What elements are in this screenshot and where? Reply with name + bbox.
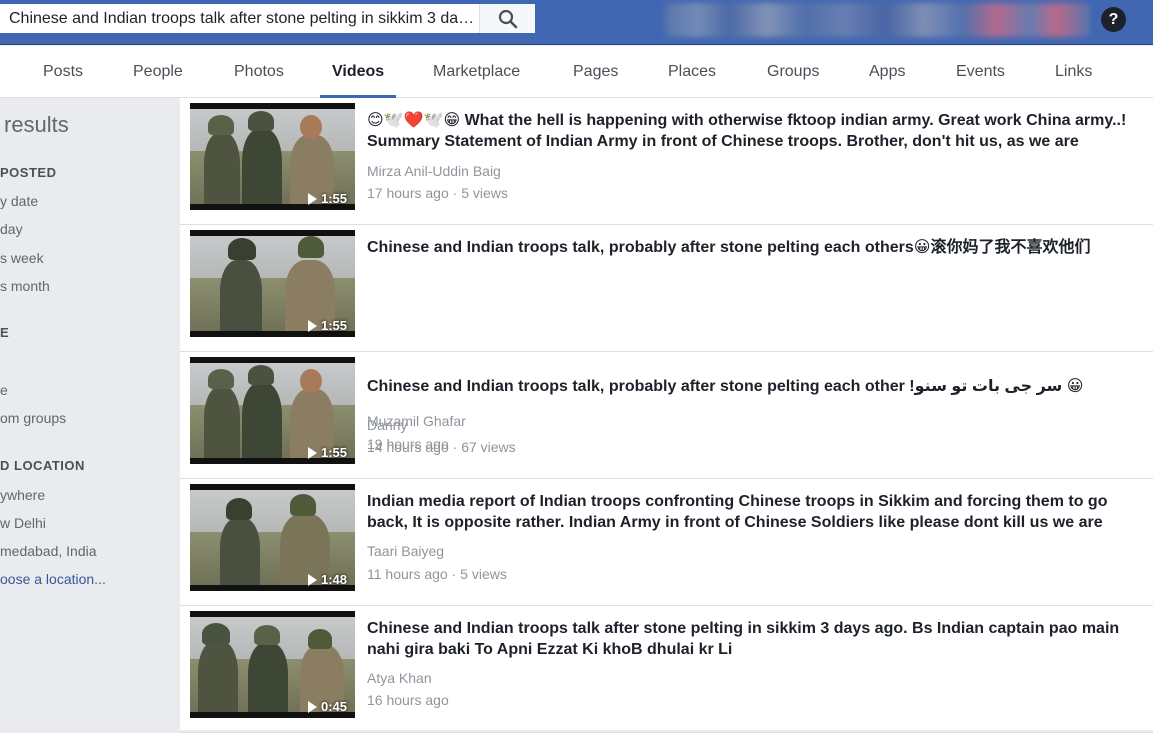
tab-links[interactable]: Links	[1055, 46, 1092, 98]
filter-option-source-2[interactable]: e	[0, 382, 8, 398]
video-meta: 19 hours ago	[367, 436, 449, 452]
filter-heading-location: D LOCATION	[0, 458, 85, 473]
tab-places[interactable]: Places	[668, 46, 716, 98]
tab-groups[interactable]: Groups	[767, 46, 819, 98]
video-duration: 1:55	[307, 191, 347, 206]
tab-pages[interactable]: Pages	[573, 46, 618, 98]
video-title[interactable]: 😊🕊️❤️🕊️😁 What the hell is happening with…	[367, 110, 1142, 152]
video-meta: 17 hours ago · 5 views	[367, 185, 508, 201]
play-icon	[307, 700, 317, 713]
video-result[interactable]: 1:55 Chinese and Indian troops talk, pro…	[180, 352, 1153, 479]
results-heading: results	[4, 112, 69, 137]
video-thumbnail[interactable]: 1:48	[190, 484, 355, 591]
filter-option-this-week[interactable]: s week	[0, 250, 44, 266]
filter-heading-source: E	[0, 325, 10, 340]
choose-location-link[interactable]: oose a location...	[0, 571, 106, 587]
search-icon	[498, 9, 517, 28]
tab-marketplace[interactable]: Marketplace	[433, 46, 520, 98]
tab-posts[interactable]: Posts	[43, 46, 83, 98]
tab-apps[interactable]: Apps	[869, 46, 905, 98]
tab-people[interactable]: People	[133, 46, 183, 98]
search-input[interactable]	[0, 4, 479, 33]
filter-option-today[interactable]: day	[0, 221, 23, 237]
filter-heading-posted: POSTED	[0, 165, 57, 180]
tab-events[interactable]: Events	[956, 46, 1005, 98]
top-bar: ?	[0, 0, 1153, 45]
video-duration: 0:45	[307, 699, 347, 714]
play-icon	[307, 319, 317, 332]
blurred-profile-area	[665, 3, 1090, 37]
filter-option-anywhere[interactable]: ywhere	[0, 487, 45, 503]
filter-sidebar: results POSTED y date day s week s month…	[0, 98, 180, 730]
video-results-list: 1:55 😊🕊️❤️🕊️😁 What the hell is happening…	[180, 98, 1153, 733]
video-result[interactable]: 1:55 😊🕊️❤️🕊️😁 What the hell is happening…	[180, 98, 1153, 225]
video-meta: 11 hours ago · 5 views	[367, 566, 507, 582]
play-icon	[307, 573, 317, 586]
video-duration: 1:48	[307, 572, 347, 587]
video-title[interactable]: Chinese and Indian troops talk, probably…	[367, 237, 1142, 258]
search-filter-tabs: Posts People Photos Videos Marketplace P…	[0, 46, 1153, 98]
video-author[interactable]: Muzamil Ghafar	[367, 413, 466, 429]
search-box	[0, 4, 535, 33]
video-thumbnail[interactable]: 1:55	[190, 357, 355, 464]
tab-photos[interactable]: Photos	[234, 46, 284, 98]
play-icon	[307, 192, 317, 205]
video-title[interactable]: Indian media report of Indian troops con…	[367, 491, 1142, 533]
video-result[interactable]: 0:45 Chinese and Indian troops talk afte…	[180, 606, 1153, 733]
play-icon	[307, 446, 317, 459]
video-result[interactable]: 1:48 Indian media report of Indian troop…	[180, 479, 1153, 606]
video-duration: 1:55	[307, 318, 347, 333]
video-title[interactable]: Chinese and Indian troops talk, probably…	[367, 376, 1142, 397]
search-button[interactable]	[479, 4, 535, 33]
filter-option-ahmedabad[interactable]: medabad, India	[0, 543, 97, 559]
video-thumbnail[interactable]: 0:45	[190, 611, 355, 718]
filter-option-this-month[interactable]: s month	[0, 278, 50, 294]
video-title[interactable]: Chinese and Indian troops talk after sto…	[367, 618, 1142, 660]
filter-option-new-delhi[interactable]: w Delhi	[0, 515, 46, 531]
filter-option-from-groups[interactable]: om groups	[0, 410, 66, 426]
video-author[interactable]: Taari Baiyeg	[367, 543, 444, 559]
help-icon[interactable]: ?	[1101, 7, 1126, 32]
video-thumbnail[interactable]: 1:55	[190, 230, 355, 337]
filter-option-any-date[interactable]: y date	[0, 193, 38, 209]
video-thumbnail[interactable]: 1:55	[190, 103, 355, 210]
video-meta: 16 hours ago	[367, 692, 449, 708]
video-result[interactable]: 1:55 Chinese and Indian troops talk, pro…	[180, 225, 1153, 455]
tab-videos[interactable]: Videos	[319, 46, 397, 98]
video-author[interactable]: Atya Khan	[367, 670, 432, 686]
video-duration: 1:55	[307, 445, 347, 460]
video-author[interactable]: Mirza Anil-Uddin Baig	[367, 163, 501, 179]
